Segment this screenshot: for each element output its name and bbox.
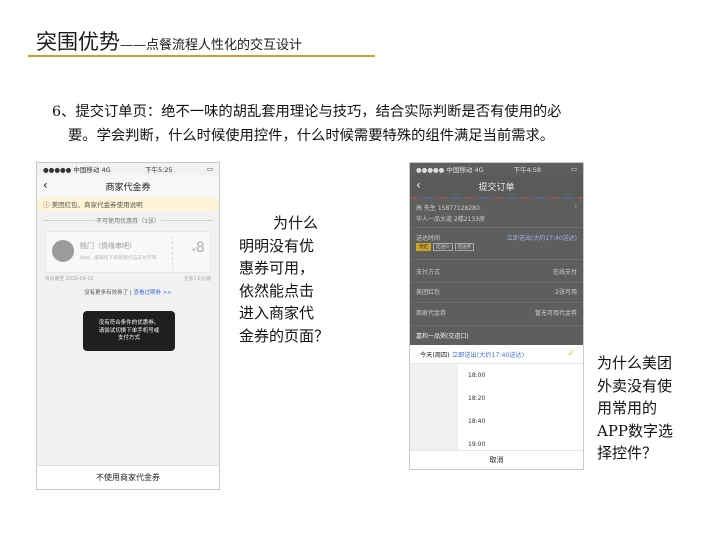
callout-2-line: APP数字选	[597, 421, 674, 440]
status-time: 下午5:25	[144, 166, 173, 174]
order-page-dimmed: ●●●●● 中国移动 4G 下午4:58 ▭ ‹ 提交订单 高 先生 15877…	[410, 163, 583, 345]
paragraph-line-2: 要。学会判断，什么时候使用控件，什么时候需要特殊的组件满足当前需求。	[68, 128, 555, 144]
battery-icon: ▭	[570, 165, 577, 173]
section-header: 不可使用优惠券（1张）	[37, 216, 219, 225]
coupon-notice-link[interactable]: ⓘ 美团红包、商家代金券使用说明	[37, 197, 219, 210]
callout-2-line: 用常用的	[597, 399, 658, 417]
payment-row[interactable]: 支付方式 在线支付	[416, 267, 577, 276]
chevron-right-icon: ›	[574, 203, 577, 210]
time-option[interactable]: 18:00	[458, 364, 583, 387]
callout-question-2: 为什么美团 外卖没有使 用常用的 APP数字选 择控件？	[597, 352, 697, 465]
title-underline	[28, 55, 375, 57]
no-coupon-button[interactable]: 不使用商家代金券	[37, 465, 219, 489]
callout-2-line: 为什么美团	[597, 354, 673, 372]
picker-header[interactable]: 今天(周四) 立即送出(大约17:40送达) ✓	[410, 345, 583, 364]
toast-line-2: 请尝试切换下单手机号或	[98, 327, 160, 334]
coupon-divider	[172, 236, 173, 270]
address-name[interactable]: 高 先生 15877128280 ›	[416, 203, 577, 212]
callout-1-line: 惠券可用，	[239, 259, 315, 277]
coupon-amount-value: 8	[195, 240, 205, 256]
delivery-tags: 预定 起送价 配送费	[416, 243, 577, 251]
callout-2-line: 择控件？	[597, 444, 658, 462]
tag-min-price: 起送价	[433, 243, 453, 251]
time-option[interactable]: 18:40	[458, 410, 583, 433]
tag-preorder: 预定	[416, 243, 431, 251]
slide-title: 突围优势——点餐流程人性化的交互设计	[36, 26, 302, 56]
address-stripe	[410, 197, 583, 199]
divider	[410, 227, 583, 228]
divider	[410, 259, 583, 260]
phone-screenshot-coupon: ●●●●● 中国移动 4G 下午5:25 ▭ ‹ 商家代金券 ⓘ 美团红包、商家…	[36, 162, 220, 490]
no-more-text: 没有更多有效券了	[84, 290, 129, 296]
delivery-time-row[interactable]: 送达时间 立即送出(大约17:40送达)	[416, 233, 577, 242]
status-bar: ●●●●● 中国移动 4G 下午5:25 ▭	[37, 163, 219, 175]
callout-2-line: 外卖没有使	[597, 376, 673, 395]
shop-logo	[52, 240, 74, 262]
picker-day-column[interactable]	[410, 364, 458, 450]
coupon-value: 暂无可用代金券	[534, 310, 577, 317]
divider	[410, 282, 583, 283]
delivery-label: 送达时间	[416, 235, 441, 242]
picker-body: 18:00 18:20 18:40 19:00	[410, 364, 583, 450]
slide-title-sub: ——点餐流程人性化的交互设计	[120, 38, 303, 53]
picker-now-option[interactable]: 立即送出(大约17:40送达)	[452, 350, 524, 359]
divider	[410, 302, 583, 303]
picker-time-list[interactable]: 18:00 18:20 18:40 19:00	[458, 364, 583, 450]
coupon-footer: 有效期至 2016-04-02 还有1天过期	[45, 275, 211, 282]
pay-label: 支付方式	[416, 269, 441, 276]
coupon-shop-name: 贱门（情缘串吧）	[80, 242, 136, 250]
battery-icon: ▭	[206, 165, 213, 173]
redpack-value: 2张可用	[555, 289, 577, 296]
tag-delivery-fee: 配送费	[454, 243, 474, 251]
chevron-left-icon[interactable]: ‹	[43, 178, 48, 192]
coupon-date: 有效期至 2016-04-02	[45, 277, 94, 282]
view-expired-link[interactable]: 查看过期券 >>	[133, 290, 171, 296]
nav-title: 商家代金券	[105, 182, 151, 193]
coupon-expiry: 还有1天过期	[183, 277, 211, 282]
shop-name-row: 嘉和一品粥(交道口)	[416, 331, 577, 340]
nav-title: 提交订单	[478, 182, 515, 193]
redpack-label: 美团红包	[416, 289, 441, 296]
time-option[interactable]: 19:00	[458, 433, 583, 456]
callout-1-line: 金券的页面？	[239, 326, 330, 345]
coupon-label: 商家代金券	[416, 310, 447, 317]
coupon-amount: ¥8	[192, 240, 205, 256]
coupon-desc: App、编辑现下单使用点击支付节单	[80, 256, 157, 261]
nav-bar: ‹ 商家代金券	[37, 175, 219, 197]
address-name-text: 高 先生 15877128280	[416, 205, 480, 212]
carrier-label: ●●●●● 中国移动 4G	[416, 166, 484, 174]
paragraph-line-1: 6、提交订单页：绝不一味的胡乱套用理论与技巧，结合实际判断是否有使用的必	[52, 104, 562, 120]
no-more-coupons: 没有更多有效券了 | 查看过期券 >>	[84, 290, 172, 296]
status-bar: ●●●●● 中国移动 4G 下午4:58 ▭	[410, 163, 583, 175]
pay-value: 在线支付	[552, 269, 577, 276]
divider	[410, 325, 583, 326]
toast-message: 没有符合条件的优惠券。 请尝试切换下单手机号或 支付方式	[83, 311, 175, 351]
redpack-row[interactable]: 美团红包 2张可用	[416, 287, 577, 296]
toast-line-1: 没有符合条件的优惠券。	[98, 320, 160, 326]
status-time: 下午4:58	[513, 166, 542, 174]
time-option[interactable]: 18:20	[458, 387, 583, 410]
shop-label: 嘉和一品粥(交道口)	[416, 333, 469, 340]
body-paragraph: 6、提交订单页：绝不一味的胡乱套用理论与技巧，结合实际判断是否有使用的必 要。学…	[52, 100, 692, 148]
callout-question-1: 为什么 明明没有优 惠券可用， 依然能点击 进入商家代 金券的页面？	[239, 212, 339, 347]
nav-bar: ‹ 提交订单	[410, 175, 583, 197]
phone-screenshot-order: ●●●●● 中国移动 4G 下午4:58 ▭ ‹ 提交订单 高 先生 15877…	[409, 162, 584, 470]
checkmark-icon: ✓	[567, 349, 575, 359]
coupon-row[interactable]: 商家代金券 暂无可用代金券	[416, 308, 577, 317]
address-line: 华人一品大道 2楼2133房	[416, 214, 577, 223]
chevron-left-icon[interactable]: ‹	[416, 178, 421, 192]
picker-day[interactable]: 今天(周四)	[410, 350, 452, 359]
callout-1-line: 进入商家代	[239, 304, 315, 322]
delivery-value: 立即送出(大约17:40送达)	[507, 235, 577, 242]
toast-line-3: 支付方式	[117, 335, 140, 341]
carrier-label: ●●●●● 中国移动 4G	[43, 166, 111, 174]
time-picker-sheet: 今天(周四) 立即送出(大约17:40送达) ✓ 18:00 18:20 18:…	[410, 345, 583, 469]
callout-1-line: 依然能点击	[239, 281, 315, 300]
slide-title-main: 突围优势	[36, 30, 120, 54]
callout-1-line: 为什么	[273, 214, 319, 232]
coupon-card[interactable]: 贱门（情缘串吧） App、编辑现下单使用点击支付节单 ¥8	[45, 231, 211, 273]
address-line-text: 华人一品大道 2楼2133房	[416, 216, 485, 223]
callout-1-line: 明明没有优	[239, 236, 315, 255]
